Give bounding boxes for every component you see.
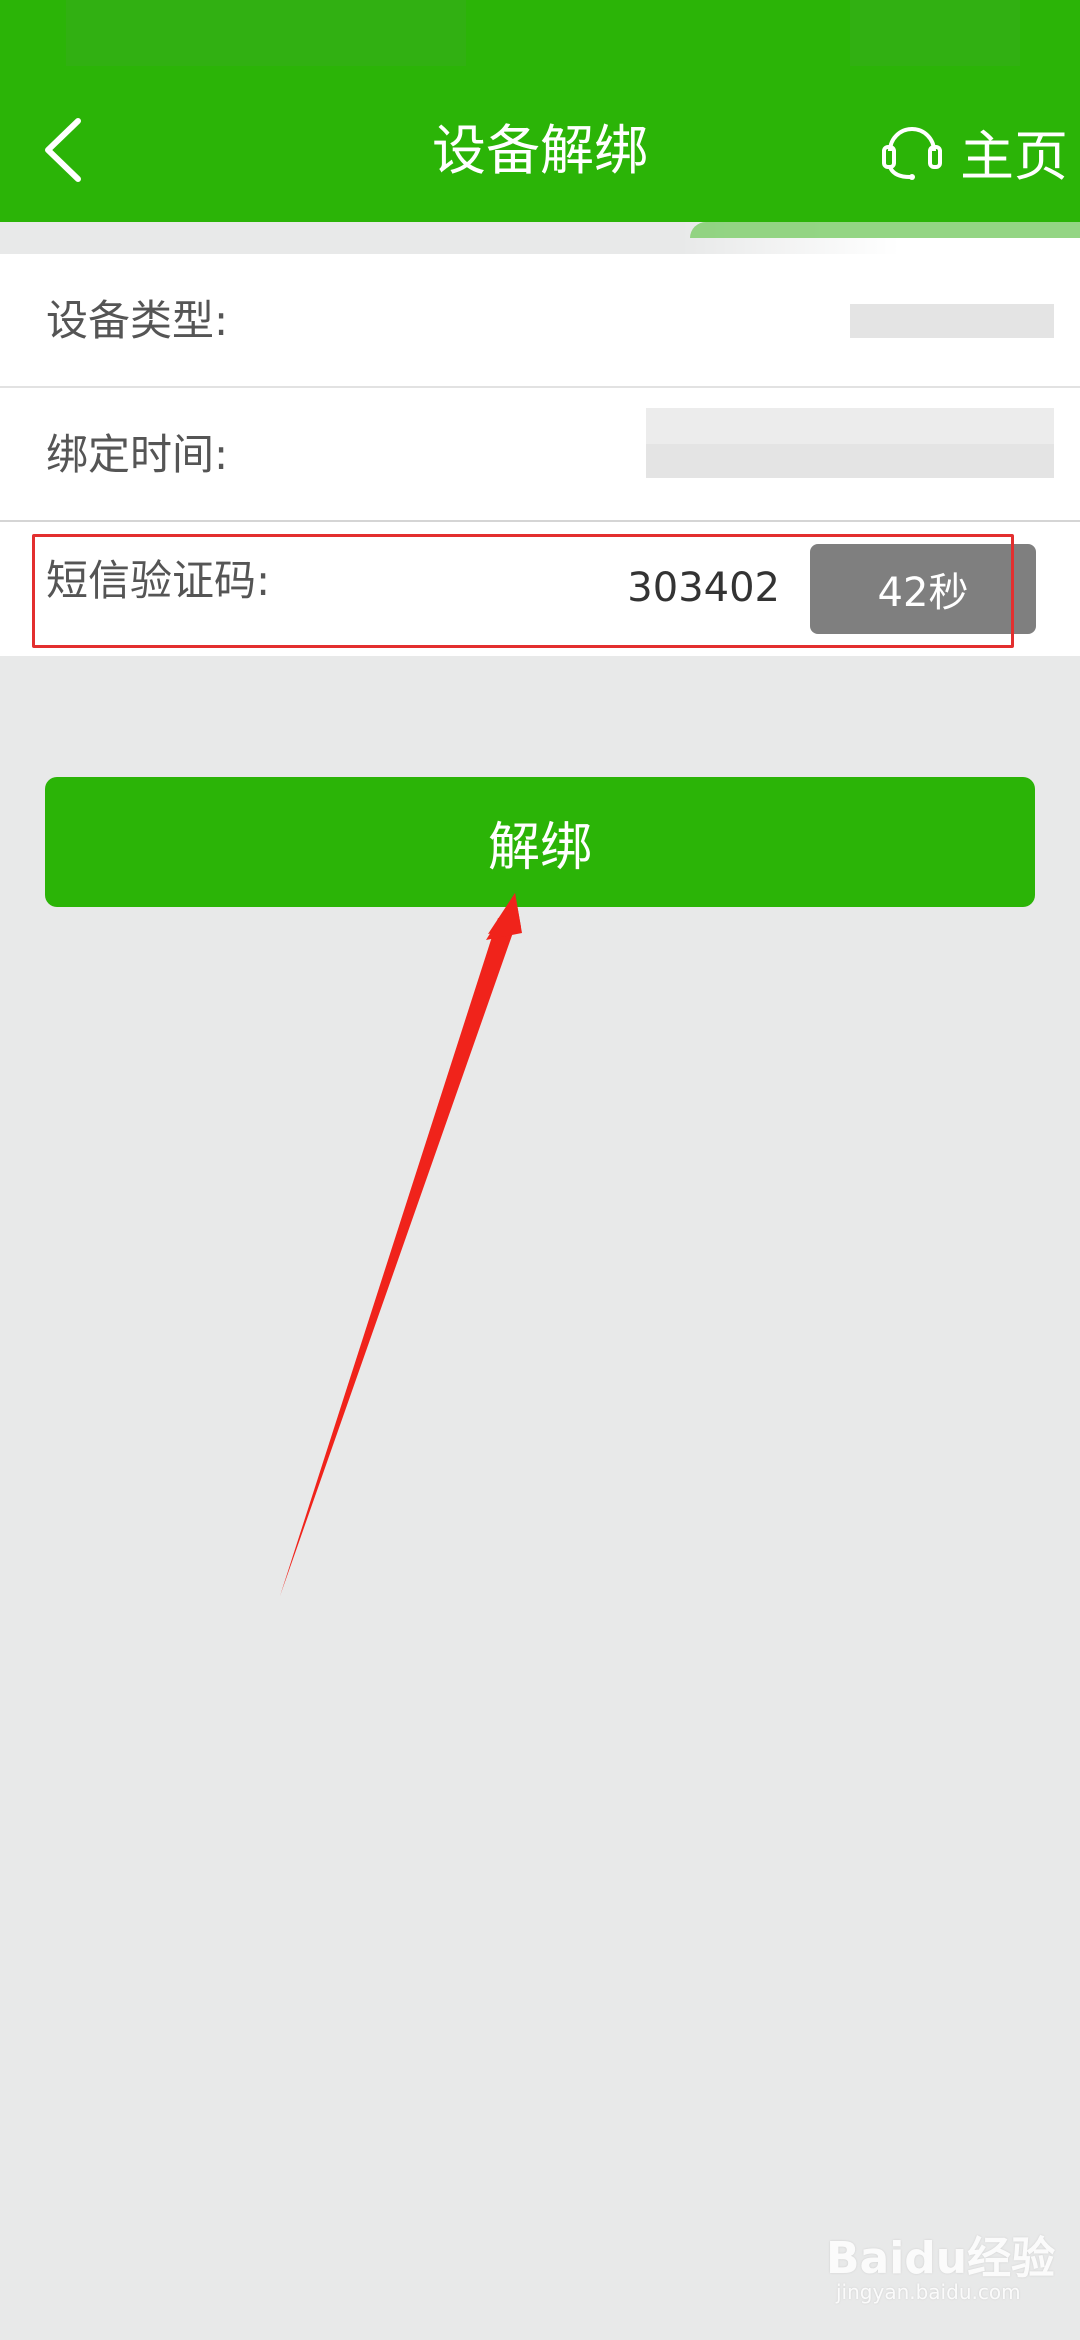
- baidu-watermark-site: jingyan.baidu.com: [836, 2280, 1021, 2304]
- annotation-arrow: [280, 893, 522, 1596]
- annotation-arrow-head-fill: [486, 893, 522, 940]
- annotation-arrow-shaft: [280, 918, 516, 1596]
- baidu-watermark: Baidu经验: [826, 2233, 1056, 2284]
